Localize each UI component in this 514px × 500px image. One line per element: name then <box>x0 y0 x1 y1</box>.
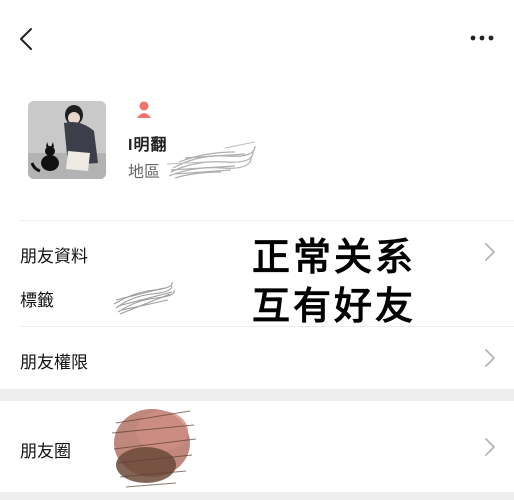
avatar-image <box>28 101 106 179</box>
back-button[interactable] <box>14 24 38 54</box>
overlay-caption-line2: 互有好友 <box>252 286 417 328</box>
overlay-caption-line1: 正常关系 <box>252 237 417 279</box>
moments-label: 朋友圈 <box>20 442 71 461</box>
female-icon <box>134 100 156 120</box>
moments-row[interactable]: 朋友圈 <box>0 401 514 492</box>
region-label: 地區 <box>128 164 161 181</box>
more-options-button[interactable] <box>466 26 498 50</box>
section-separator <box>0 492 514 500</box>
redaction-scribble <box>165 132 257 184</box>
chevron-right-icon <box>485 438 495 456</box>
profile-name: I明翻 <box>128 137 168 154</box>
divider <box>20 220 514 221</box>
friend-permissions-label: 朋友權限 <box>20 353 88 372</box>
chevron-right-icon <box>485 243 495 261</box>
friend-permissions-row[interactable]: 朋友權限 <box>0 327 514 389</box>
tags-label: 標籤 <box>20 291 54 310</box>
more-dots-icon <box>470 35 494 41</box>
moments-thumbnail-redacted <box>106 403 202 493</box>
section-separator <box>0 389 514 401</box>
avatar[interactable] <box>28 101 106 179</box>
chevron-left-icon <box>20 28 32 50</box>
friend-info-label: 朋友資料 <box>20 247 88 266</box>
chevron-right-icon <box>485 349 495 367</box>
redaction-scribble <box>112 278 176 316</box>
